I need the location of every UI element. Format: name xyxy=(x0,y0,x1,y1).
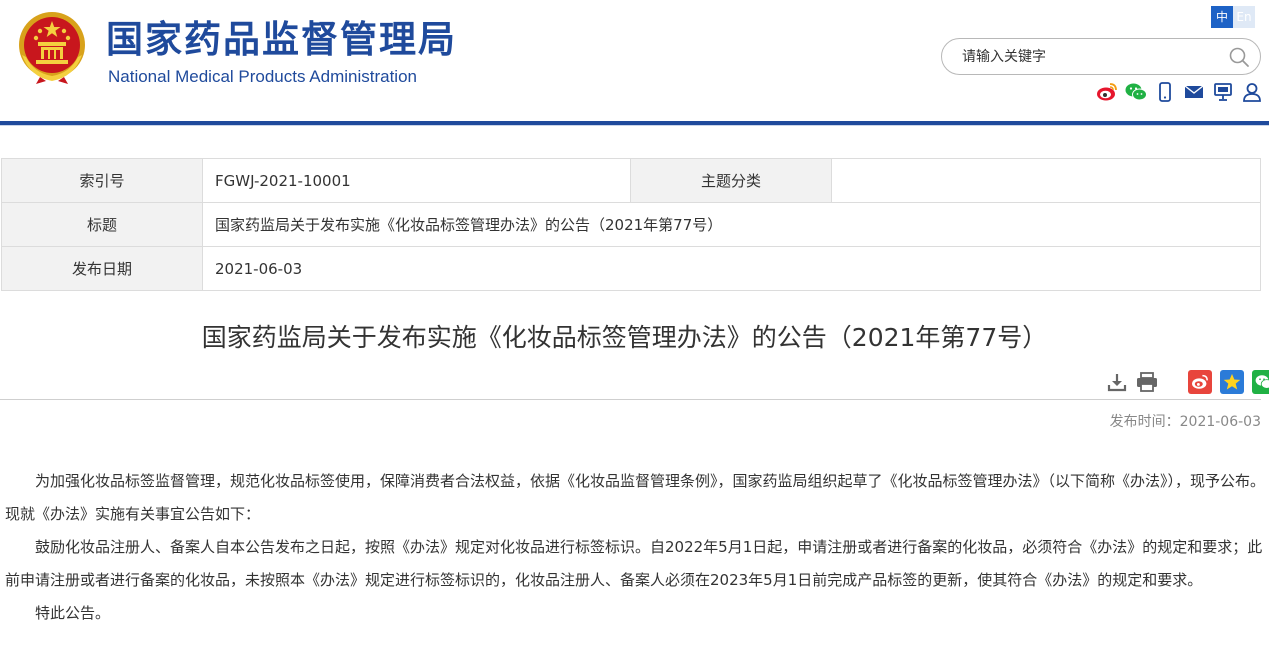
wechat-icon[interactable] xyxy=(1125,81,1147,103)
publish-time-value: 2021-06-03 xyxy=(1179,414,1261,430)
article-title: 国家药监局关于发布实施《化妆品标签管理办法》的公告（2021年第77号） xyxy=(201,323,1048,352)
article-divider xyxy=(0,399,1261,400)
article-paragraph: 特此公告。 xyxy=(35,604,111,622)
search-icon[interactable] xyxy=(1228,46,1250,68)
language-switch: 中 En xyxy=(1211,6,1255,28)
share-wechat-icon[interactable] xyxy=(1252,370,1269,394)
date-label: 发布日期 xyxy=(1,246,203,291)
share-favorite-icon[interactable] xyxy=(1220,370,1244,394)
search-box xyxy=(941,38,1261,75)
header-divider-light xyxy=(0,125,1269,126)
mobile-icon[interactable] xyxy=(1154,81,1176,103)
title-value: 国家药监局关于发布实施《化妆品标签管理办法》的公告（2021年第77号） xyxy=(202,202,1261,247)
print-icon[interactable] xyxy=(1136,371,1158,393)
table-row: 发布日期 2021-06-03 xyxy=(1,246,1261,291)
title-label: 标题 xyxy=(1,202,203,247)
publish-time: 发布时间：2021-06-03 xyxy=(1110,411,1261,431)
date-value: 2021-06-03 xyxy=(202,246,1261,291)
share-weibo-icon[interactable] xyxy=(1188,370,1212,394)
document-info-table: 索引号 FGWJ-2021-10001 主题分类 标题 国家药监局关于发布实施《… xyxy=(1,158,1261,291)
index-value: FGWJ-2021-10001 xyxy=(202,158,631,203)
article-paragraph: 为加强化妆品标签监督管理，规范化妆品标签使用，保障消费者合法权益，依据《化妆品监… xyxy=(5,472,1266,523)
table-row: 标题 国家药监局关于发布实施《化妆品标签管理办法》的公告（2021年第77号） xyxy=(1,202,1261,247)
weibo-icon[interactable] xyxy=(1096,81,1118,103)
top-share-bar xyxy=(1096,81,1263,103)
lang-cn-button[interactable]: 中 xyxy=(1211,6,1233,28)
national-emblem-icon xyxy=(19,12,85,84)
table-row: 索引号 FGWJ-2021-10001 主题分类 xyxy=(1,158,1261,203)
site-header: 国家药品监督管理局 National Medical Products Admi… xyxy=(0,0,1269,122)
publish-time-label: 发布时间： xyxy=(1109,414,1180,430)
lang-en-button[interactable]: En xyxy=(1233,6,1255,28)
search-input[interactable] xyxy=(962,47,1222,67)
screen-icon[interactable] xyxy=(1212,81,1234,103)
article-paragraph: 鼓励化妆品注册人、备案人自本公告发布之日起，按照《办法》规定对化妆品进行标签标识… xyxy=(5,538,1263,589)
user-icon[interactable] xyxy=(1241,81,1263,103)
site-name-cn: 国家药品监督管理局 xyxy=(106,18,457,61)
index-label: 索引号 xyxy=(1,158,203,203)
category-value xyxy=(831,158,1261,203)
site-name-en: National Medical Products Administration xyxy=(108,67,417,86)
mail-icon[interactable] xyxy=(1183,81,1205,103)
download-icon[interactable] xyxy=(1106,371,1128,393)
article-body: 为加强化妆品标签监督管理，规范化妆品标签使用，保障消费者合法权益，依据《化妆品监… xyxy=(5,465,1267,630)
article-toolbar xyxy=(1106,370,1269,394)
category-label: 主题分类 xyxy=(630,158,832,203)
